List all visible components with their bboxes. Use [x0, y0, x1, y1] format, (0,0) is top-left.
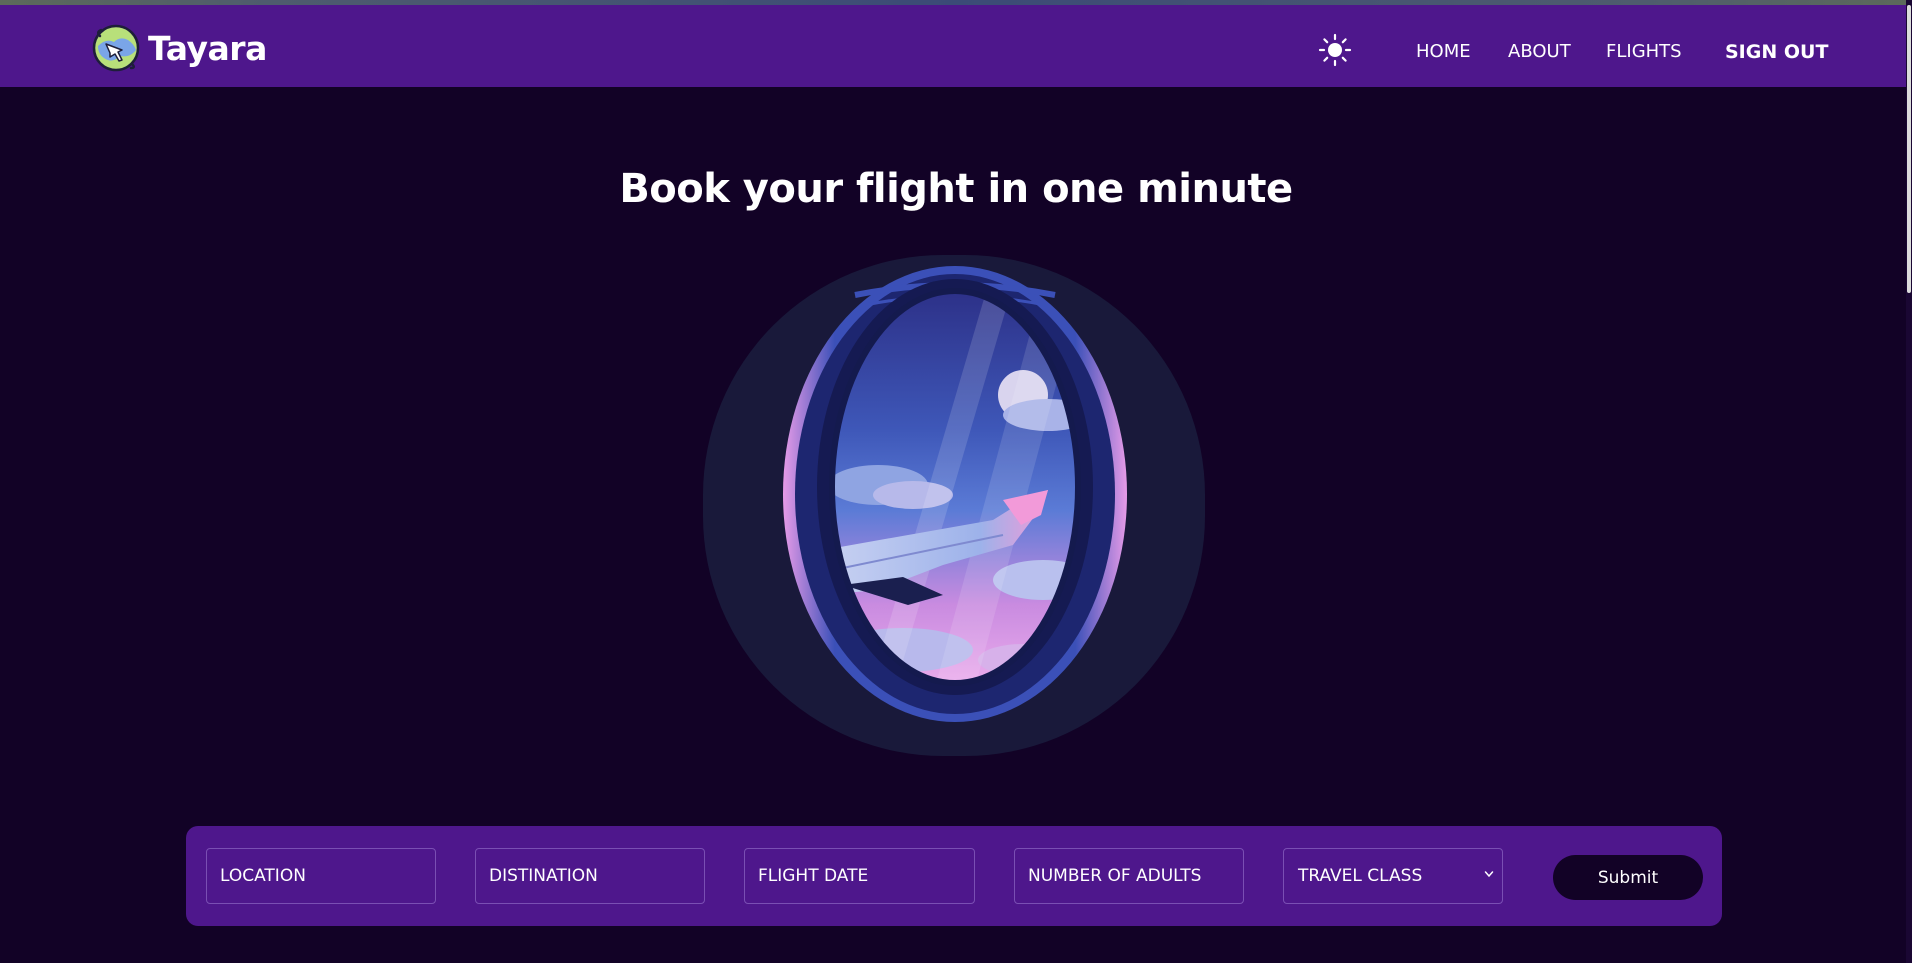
nav-home-link[interactable]: HOME	[1416, 41, 1471, 62]
brand-name: Tayara	[148, 28, 267, 68]
nav-flights-link[interactable]: FLIGHTS	[1606, 41, 1682, 62]
flight-date-input[interactable]	[744, 848, 975, 904]
destination-input[interactable]	[475, 848, 705, 904]
scrollbar-thumb[interactable]	[1907, 5, 1911, 293]
page-title: Book your flight in one minute	[619, 166, 1293, 212]
navbar: Tayara HOME ABOUT FLIGHTS SIGN OUT	[0, 5, 1912, 87]
airplane-window-illustration	[703, 255, 1205, 756]
sun-icon	[1318, 33, 1352, 67]
adults-input[interactable]	[1014, 848, 1244, 904]
brand[interactable]: Tayara	[92, 24, 267, 72]
travel-class-value: TRAVEL CLASS	[1298, 866, 1423, 886]
nav-about-link[interactable]: ABOUT	[1508, 41, 1571, 62]
travel-class-select[interactable]: TRAVEL CLASS	[1283, 848, 1503, 904]
flight-search-form: TRAVEL CLASS Submit	[186, 826, 1722, 926]
sign-out-button[interactable]: SIGN OUT	[1725, 41, 1828, 63]
logo-icon	[92, 24, 140, 72]
chevron-down-icon	[1484, 871, 1494, 878]
location-input[interactable]	[206, 848, 436, 904]
submit-button[interactable]: Submit	[1553, 855, 1703, 900]
theme-toggle-button[interactable]	[1318, 33, 1352, 67]
